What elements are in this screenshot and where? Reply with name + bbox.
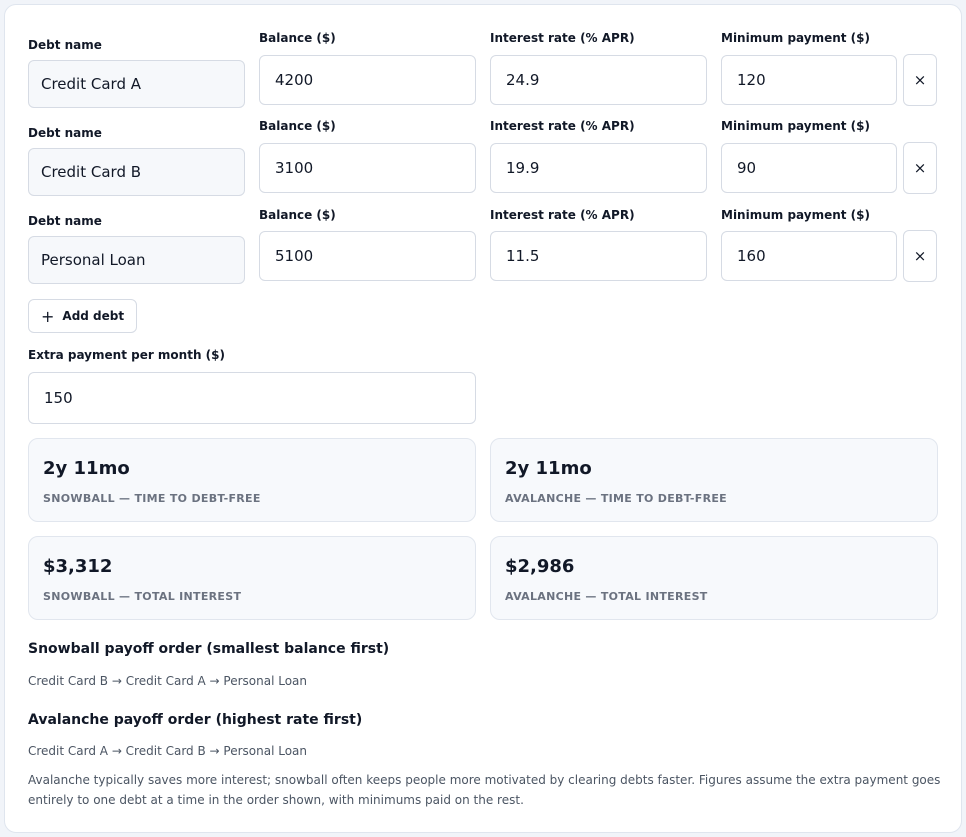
stat-caption: AVALANCHE — TIME TO DEBT-FREE: [505, 492, 727, 505]
stat-caption: SNOWBALL — TOTAL INTEREST: [43, 590, 242, 603]
debt-name-input[interactable]: [28, 60, 245, 108]
minimum-label: Minimum payment ($): [721, 31, 870, 45]
add-debt-button[interactable]: + Add debt: [28, 299, 138, 333]
snowball-order-title: Snowball payoff order (smallest balance …: [28, 641, 390, 657]
plus-icon: +: [41, 306, 55, 326]
debt-calculator-card: Debt name Balance ($) Interest rate (% A…: [4, 4, 962, 833]
avalanche-time-stat: 2y 11mo AVALANCHE — TIME TO DEBT-FREE: [490, 438, 938, 522]
debt-name-input[interactable]: [28, 236, 245, 284]
rate-input[interactable]: [490, 55, 707, 105]
remove-debt-button[interactable]: ×: [903, 142, 937, 194]
stat-caption: SNOWBALL — TIME TO DEBT-FREE: [43, 492, 261, 505]
minimum-label: Minimum payment ($): [721, 119, 870, 133]
stat-value: $2,986: [505, 556, 575, 577]
snowball-order-text: Credit Card B → Credit Card A → Personal…: [28, 674, 307, 688]
stat-value: $3,312: [43, 556, 113, 577]
minimum-input[interactable]: [721, 143, 897, 193]
debt-name-label: Debt name: [28, 38, 102, 52]
minimum-label: Minimum payment ($): [721, 208, 870, 222]
debt-name-label: Debt name: [28, 214, 102, 228]
remove-debt-button[interactable]: ×: [903, 230, 937, 282]
close-icon: ×: [913, 71, 927, 89]
close-icon: ×: [913, 159, 927, 177]
balance-label: Balance ($): [259, 119, 336, 133]
balance-input[interactable]: [259, 55, 476, 105]
add-debt-label: Add debt: [62, 309, 125, 323]
rate-label: Interest rate (% APR): [490, 119, 635, 133]
close-icon: ×: [913, 247, 927, 265]
rate-input[interactable]: [490, 231, 707, 281]
extra-payment-label: Extra payment per month ($): [28, 348, 225, 362]
stat-value: 2y 11mo: [43, 458, 130, 479]
rate-label: Interest rate (% APR): [490, 31, 635, 45]
remove-debt-button[interactable]: ×: [903, 54, 937, 106]
extra-payment-input[interactable]: [28, 372, 476, 424]
balance-input[interactable]: [259, 231, 476, 281]
avalanche-interest-stat: $2,986 AVALANCHE — TOTAL INTEREST: [490, 536, 938, 620]
snowball-interest-stat: $3,312 SNOWBALL — TOTAL INTEREST: [28, 536, 476, 620]
balance-label: Balance ($): [259, 208, 336, 222]
stat-value: 2y 11mo: [505, 458, 592, 479]
avalanche-order-text: Credit Card A → Credit Card B → Personal…: [28, 744, 307, 758]
method-note: Avalanche typically saves more interest;…: [28, 773, 941, 807]
debt-name-label: Debt name: [28, 126, 102, 140]
snowball-time-stat: 2y 11mo SNOWBALL — TIME TO DEBT-FREE: [28, 438, 476, 522]
balance-input[interactable]: [259, 143, 476, 193]
stat-caption: AVALANCHE — TOTAL INTEREST: [505, 590, 708, 603]
avalanche-order-title: Avalanche payoff order (highest rate fir…: [28, 712, 363, 728]
minimum-input[interactable]: [721, 231, 897, 281]
rate-input[interactable]: [490, 143, 707, 193]
balance-label: Balance ($): [259, 31, 336, 45]
minimum-input[interactable]: [721, 55, 897, 105]
debt-name-input[interactable]: [28, 148, 245, 196]
rate-label: Interest rate (% APR): [490, 208, 635, 222]
